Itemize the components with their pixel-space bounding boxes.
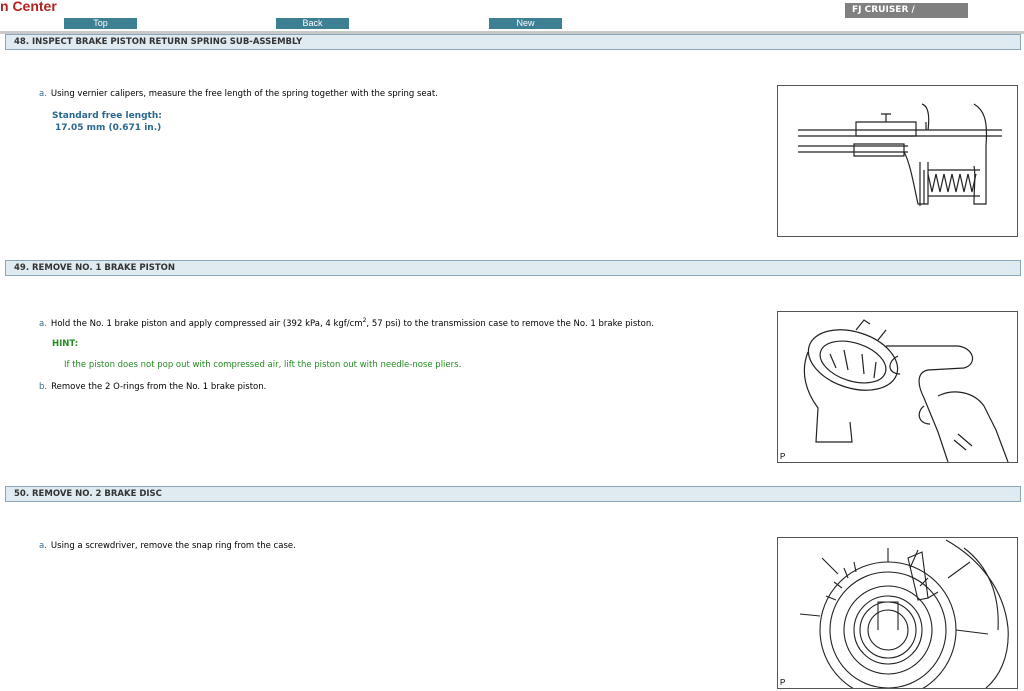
section-header-50: 50. REMOVE NO. 2 BRAKE DISC [5,486,1021,502]
spec-value: 17.05 mm (0.671 in.) [55,123,162,133]
step-text: Remove the 2 O-rings from the No. 1 brak… [51,382,267,392]
step-text: Using a screwdriver, remove the snap rin… [50,541,296,551]
section-header-49: 49. REMOVE NO. 1 BRAKE PISTON [5,260,1021,276]
brand-title: n Center [0,0,57,14]
hint-text: If the piston does not pop out with comp… [64,360,462,370]
nav-top-button[interactable]: Top [64,18,137,29]
step-text-part: Hold the No. 1 brake piston and apply co… [50,318,363,329]
vehicle-model-label: FJ CRUISER / [845,3,968,18]
spec-label: Standard free length: [52,111,162,121]
section-header-48: 48. INSPECT BRAKE PISTON RETURN SPRING S… [5,34,1021,50]
compressed-air-brake-piston-illustration: P [777,311,1018,463]
figure-label: P [780,678,786,687]
hint-label: HINT: [52,339,79,349]
step-text-part: , 57 psi) to the transmission case to re… [366,318,654,329]
step-letter: a. [39,318,47,329]
step-letter: a. [39,541,47,551]
nav-new-button[interactable]: New [489,18,562,29]
step-text: Using vernier calipers, measure the free… [50,89,438,99]
step-49a: a. Hold the No. 1 brake piston and apply … [39,317,654,329]
step-50a: a. Using a screwdriver, remove the snap r… [39,541,296,551]
step-letter: b. [39,382,48,392]
figure-label: P [780,452,786,461]
step-48a: a. Using vernier calipers, measure the fr… [39,89,438,99]
screwdriver-snap-ring-illustration: P [777,537,1018,689]
step-letter: a. [39,89,47,99]
spec-block: Standard free length: 17.05 mm (0.671 in… [52,110,162,134]
nav-back-button[interactable]: Back [276,18,349,29]
step-49b: b. Remove the 2 O-rings from the No. 1 br… [39,382,266,392]
vernier-caliper-spring-illustration [777,85,1018,237]
